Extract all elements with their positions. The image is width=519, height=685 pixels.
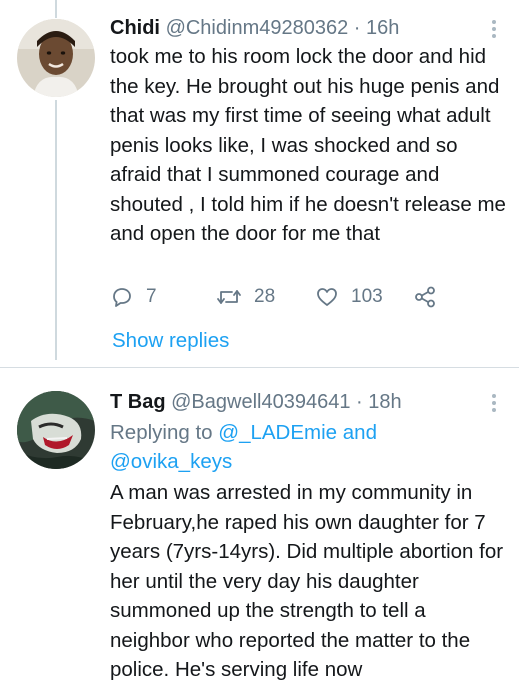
thread-dots: · · · [53, 324, 59, 350]
thread-line [55, 0, 57, 18]
avatar[interactable] [17, 391, 95, 469]
retweet-button[interactable]: 28 [216, 283, 275, 311]
show-replies-link[interactable]: Show replies [112, 328, 229, 354]
reply-button[interactable]: 7 [110, 283, 157, 311]
like-count: 103 [351, 286, 383, 307]
separator: · [353, 17, 361, 39]
timestamp[interactable]: 16h [366, 17, 399, 39]
replying-to: Replying to @_LADEmie and @ovika_keys [110, 418, 490, 476]
tweet[interactable]: T Bag @Bagwell40394641 · 18h Replying to… [0, 368, 519, 684]
share-button[interactable] [413, 283, 437, 311]
user-handle[interactable]: @Chidinm49280362 [166, 17, 349, 39]
tweet-header: Chidi @Chidinm49280362 · 16h [110, 14, 479, 42]
tweet[interactable]: Chidi @Chidinm49280362 · 16h took me to … [0, 0, 519, 367]
mention-link[interactable]: @ovika_keys [110, 450, 232, 473]
tweet-text: A man was arrested in my community in Fe… [110, 481, 504, 681]
replying-and[interactable]: and [343, 421, 377, 444]
display-name[interactable]: T Bag [110, 391, 166, 413]
avatar[interactable] [17, 19, 95, 97]
heart-icon [315, 285, 339, 309]
separator: · [356, 391, 363, 413]
reply-count: 7 [146, 286, 157, 307]
retweet-icon [216, 285, 242, 309]
like-button[interactable]: 103 [315, 283, 383, 311]
retweet-count: 28 [254, 286, 276, 307]
user-handle[interactable]: @Bagwell40394641 [171, 391, 350, 413]
timestamp[interactable]: 18h [368, 391, 401, 413]
thread-line [55, 100, 57, 360]
more-vertical-icon[interactable] [491, 394, 497, 412]
share-icon [413, 285, 437, 309]
tweet-actions: 7 28 103 [110, 283, 470, 311]
tweet-text: took me to his room lock the door and hi… [110, 45, 506, 245]
more-vertical-icon[interactable] [491, 20, 497, 38]
mention-link[interactable]: @_LADEmie [218, 421, 337, 444]
display-name[interactable]: Chidi [110, 17, 160, 39]
replying-to-label: Replying to [110, 421, 213, 444]
tweet-header: T Bag @Bagwell40394641 · 18h [110, 388, 479, 416]
reply-icon [110, 285, 134, 309]
